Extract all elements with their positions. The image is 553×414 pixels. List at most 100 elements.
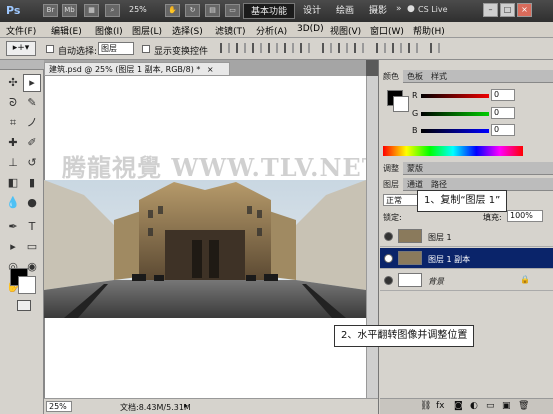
rotate-view-icon[interactable]: ↻ xyxy=(185,4,200,17)
channel-r-slider[interactable] xyxy=(421,94,489,98)
tool-preset-picker[interactable]: ▸+▾ xyxy=(6,41,36,56)
menu-image[interactable]: 图像(I) xyxy=(95,24,123,37)
distribute-bottom-icon[interactable] xyxy=(354,43,364,53)
link-layers-icon[interactable]: ⛓ xyxy=(420,401,431,411)
quick-mask-icon[interactable] xyxy=(17,300,31,311)
align-right-icon[interactable] xyxy=(300,43,310,53)
align-top-icon[interactable] xyxy=(220,43,230,53)
align-hcenter-icon[interactable] xyxy=(284,43,294,53)
healing-brush-tool-icon[interactable]: ✚ xyxy=(4,134,22,152)
tab-adjustments[interactable]: 调整 xyxy=(379,162,403,175)
layer-style-icon[interactable]: fx xyxy=(436,401,445,411)
distribute-top-icon[interactable] xyxy=(322,43,332,53)
menu-select[interactable]: 选择(S) xyxy=(172,24,203,37)
visibility-eye-icon[interactable] xyxy=(384,276,393,285)
workspace-more-icon[interactable]: » xyxy=(396,4,402,14)
pen-tool-icon[interactable]: ✒ xyxy=(4,218,22,236)
channel-r-value[interactable]: 0 xyxy=(491,89,515,101)
visibility-eye-icon[interactable] xyxy=(384,254,393,263)
menu-analysis[interactable]: 分析(A) xyxy=(256,24,287,37)
view-extras-icon[interactable]: ▦ xyxy=(84,4,99,17)
channel-b-value[interactable]: 0 xyxy=(491,124,515,136)
blur-tool-icon[interactable]: 💧 xyxy=(4,194,22,212)
show-transform-checkbox[interactable] xyxy=(142,44,150,54)
fill-input[interactable]: 100% xyxy=(507,210,543,222)
menu-3d[interactable]: 3D(D) xyxy=(297,24,324,34)
tab-styles[interactable]: 样式 xyxy=(427,70,451,83)
tools-panel-header[interactable] xyxy=(0,60,44,70)
hand-tool-icon[interactable]: ✋ xyxy=(165,4,180,17)
distribute-vcenter-icon[interactable] xyxy=(338,43,348,53)
maximize-button[interactable]: □ xyxy=(500,3,515,17)
menu-help[interactable]: 帮助(H) xyxy=(413,24,445,37)
menu-view[interactable]: 视图(V) xyxy=(330,24,361,37)
close-button[interactable]: × xyxy=(517,3,532,17)
history-brush-tool-icon[interactable]: ↺ xyxy=(23,154,41,172)
workspace-essentials-button[interactable]: 基本功能 xyxy=(243,3,295,19)
tab-masks[interactable]: 蒙版 xyxy=(403,162,427,175)
distribute-left-icon[interactable] xyxy=(376,43,386,53)
minimize-button[interactable]: – xyxy=(483,3,498,17)
adjustment-layer-icon[interactable]: ◐ xyxy=(470,401,478,411)
layer-row[interactable]: 图层 1 xyxy=(380,226,553,247)
brush-tool-icon[interactable]: ✐ xyxy=(23,134,41,152)
gradient-tool-icon[interactable]: ▮ xyxy=(23,174,41,192)
channel-b-slider[interactable] xyxy=(421,129,489,133)
auto-align-icon[interactable] xyxy=(430,43,440,53)
lasso-tool-icon[interactable]: ᘐ xyxy=(4,94,22,112)
add-mask-icon[interactable]: ◙ xyxy=(454,401,463,411)
quick-select-tool-icon[interactable]: ✎ xyxy=(23,94,41,112)
workspace-photography-button[interactable]: 摄影 xyxy=(363,3,393,19)
bridge-icon[interactable]: Br xyxy=(43,4,58,17)
layer-row[interactable]: 背景 🔒 xyxy=(380,270,553,291)
move-arrow-tool-icon[interactable]: ▸ xyxy=(23,74,41,92)
minibridge-icon[interactable]: Mb xyxy=(62,4,77,17)
tab-swatches[interactable]: 色板 xyxy=(403,70,427,83)
status-menu-icon[interactable]: ▸ xyxy=(184,401,188,410)
document-tab[interactable]: 建筑.psd @ 25% (图层 1 副本, RGB/8) * × xyxy=(44,62,230,76)
layer-row-selected[interactable]: 图层 1 副本 xyxy=(380,248,553,269)
cslive-icon[interactable]: ● xyxy=(407,4,415,14)
dodge-tool-icon[interactable]: ● xyxy=(23,194,41,212)
menu-filter[interactable]: 滤镜(T) xyxy=(215,24,246,37)
shape-tool-icon[interactable]: ▭ xyxy=(23,238,41,256)
distribute-right-icon[interactable] xyxy=(408,43,418,53)
cslive-button[interactable]: CS Live xyxy=(418,5,448,14)
eraser-tool-icon[interactable]: ◧ xyxy=(4,174,22,192)
align-left-icon[interactable] xyxy=(268,43,278,53)
delete-layer-icon[interactable]: 🗑 xyxy=(518,401,529,411)
zoom-level[interactable]: 25% xyxy=(129,5,147,14)
distribute-hcenter-icon[interactable] xyxy=(392,43,402,53)
vertical-scrollbar[interactable] xyxy=(366,76,378,398)
workspace-design-button[interactable]: 设计 xyxy=(297,3,327,19)
color-panel-background[interactable] xyxy=(393,96,409,112)
tab-layers[interactable]: 图层 xyxy=(379,178,403,191)
arrange-documents-icon[interactable]: ▤ xyxy=(205,4,220,17)
screen-mode-icon[interactable]: ▭ xyxy=(225,4,240,17)
close-tab-icon[interactable]: × xyxy=(207,65,214,74)
path-select-tool-icon[interactable]: ▸ xyxy=(4,238,22,256)
menu-file[interactable]: 文件(F) xyxy=(6,24,36,37)
eyedropper-tool-icon[interactable]: ノ xyxy=(23,114,41,132)
align-bottom-icon[interactable] xyxy=(252,43,262,53)
channel-g-slider[interactable] xyxy=(421,112,489,116)
align-vcenter-icon[interactable] xyxy=(236,43,246,53)
color-spectrum-bar[interactable] xyxy=(383,146,523,156)
channel-g-value[interactable]: 0 xyxy=(491,107,515,119)
auto-select-checkbox[interactable] xyxy=(46,44,54,54)
menu-layer[interactable]: 图层(L) xyxy=(132,24,162,37)
auto-select-dropdown[interactable]: 图层 xyxy=(98,42,134,55)
move-tool-icon[interactable]: ✣ xyxy=(4,74,22,92)
type-tool-icon[interactable]: T xyxy=(23,218,41,236)
visibility-eye-icon[interactable] xyxy=(384,232,393,241)
background-color-swatch[interactable] xyxy=(18,276,36,294)
menu-window[interactable]: 窗口(W) xyxy=(370,24,404,37)
new-group-icon[interactable]: ▭ xyxy=(486,401,495,411)
menu-edit[interactable]: 编辑(E) xyxy=(51,24,82,37)
clone-stamp-tool-icon[interactable]: ⊥ xyxy=(4,154,22,172)
crop-tool-icon[interactable]: ⌗ xyxy=(4,114,22,132)
zoom-tool-icon[interactable]: ⌕ xyxy=(105,4,120,17)
new-layer-icon[interactable]: ▣ xyxy=(502,401,511,411)
status-zoom[interactable]: 25% xyxy=(46,401,72,412)
tab-color[interactable]: 颜色 xyxy=(379,70,403,83)
